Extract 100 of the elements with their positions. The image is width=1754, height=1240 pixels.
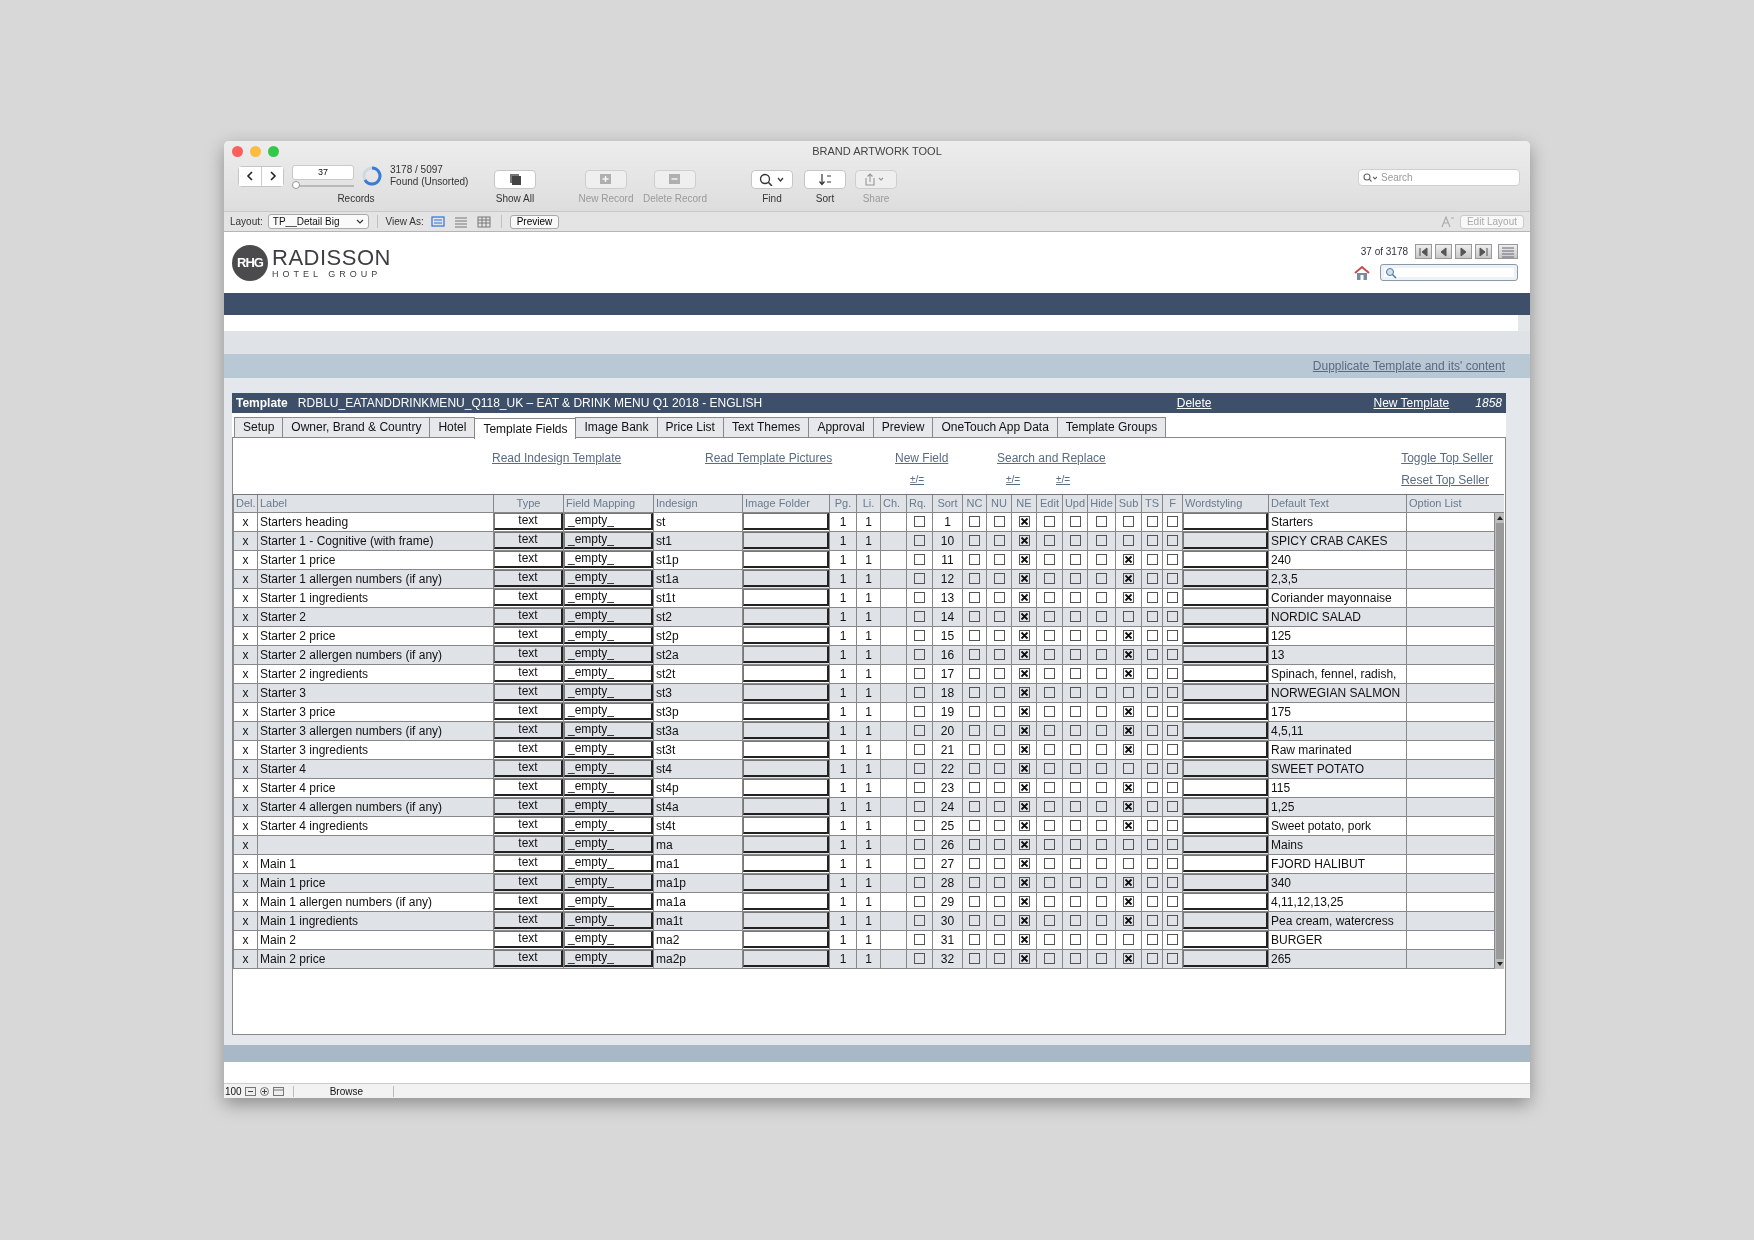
- toggle-link[interactable]: ±/=: [1006, 474, 1021, 486]
- mapping-field[interactable]: _empty_: [564, 893, 653, 911]
- checkbox[interactable]: [1069, 934, 1081, 946]
- delete-mark[interactable]: x: [242, 514, 249, 529]
- checkbox[interactable]: [1167, 668, 1178, 680]
- mapping-field[interactable]: _empty_: [564, 817, 653, 835]
- checkbox[interactable]: [1096, 858, 1107, 870]
- checkbox[interactable]: [1096, 934, 1107, 946]
- input-field[interactable]: [1183, 855, 1268, 873]
- tab[interactable]: Owner, Brand & Country: [282, 416, 431, 437]
- input-field[interactable]: [1183, 874, 1268, 892]
- checkbox[interactable]: [1123, 687, 1134, 699]
- checkbox[interactable]: [1018, 858, 1030, 870]
- checkbox[interactable]: [1146, 706, 1158, 718]
- checkbox[interactable]: [1018, 782, 1030, 794]
- input-field[interactable]: [1183, 836, 1268, 854]
- list-button[interactable]: [1498, 244, 1518, 260]
- type-field[interactable]: text: [494, 950, 563, 968]
- delete-mark[interactable]: x: [242, 780, 249, 795]
- checkbox[interactable]: [1167, 744, 1178, 756]
- tab[interactable]: Setup: [234, 416, 284, 437]
- checkbox[interactable]: [1096, 573, 1107, 585]
- mapping-field[interactable]: _empty_: [564, 912, 653, 930]
- checkbox[interactable]: [969, 782, 980, 794]
- checkbox[interactable]: [1167, 630, 1178, 642]
- checkbox[interactable]: [1044, 744, 1055, 756]
- type-field[interactable]: text: [494, 722, 563, 740]
- checkbox[interactable]: [1096, 763, 1107, 775]
- tab[interactable]: Text Themes: [722, 416, 810, 437]
- checkbox[interactable]: [1123, 915, 1134, 927]
- input-field[interactable]: [743, 665, 829, 683]
- checkbox[interactable]: [1123, 668, 1134, 680]
- checkbox[interactable]: [1146, 554, 1158, 566]
- type-field[interactable]: text: [494, 684, 563, 702]
- checkbox[interactable]: [1018, 744, 1030, 756]
- checkbox[interactable]: [1044, 896, 1055, 908]
- mode-label[interactable]: Browse: [292, 1085, 395, 1097]
- checkbox[interactable]: [1069, 915, 1081, 927]
- checkbox[interactable]: [1069, 611, 1081, 623]
- checkbox[interactable]: [1069, 877, 1081, 889]
- checkbox[interactable]: [1096, 630, 1107, 642]
- checkbox[interactable]: [993, 725, 1005, 737]
- checkbox[interactable]: [1123, 820, 1134, 832]
- mapping-field[interactable]: _empty_: [564, 513, 653, 531]
- checkbox[interactable]: [1044, 763, 1055, 775]
- delete-mark[interactable]: x: [242, 837, 249, 852]
- checkbox[interactable]: [1069, 516, 1081, 528]
- input-field[interactable]: [743, 684, 829, 702]
- checkbox[interactable]: [1044, 915, 1055, 927]
- checkbox[interactable]: [914, 706, 925, 718]
- delete-mark[interactable]: x: [242, 609, 249, 624]
- checkbox[interactable]: [969, 611, 980, 623]
- checkbox[interactable]: [1146, 668, 1158, 680]
- tab[interactable]: Image Bank: [575, 416, 658, 437]
- mapping-field[interactable]: _empty_: [564, 684, 653, 702]
- checkbox[interactable]: [1069, 953, 1081, 965]
- delete-mark[interactable]: x: [242, 685, 249, 700]
- checkbox[interactable]: [1123, 630, 1134, 642]
- tab[interactable]: Approval: [808, 416, 874, 437]
- checkbox[interactable]: [1018, 516, 1030, 528]
- checkbox[interactable]: [969, 573, 980, 585]
- checkbox[interactable]: [1044, 877, 1055, 889]
- checkbox[interactable]: [914, 668, 925, 680]
- checkbox[interactable]: [1096, 668, 1107, 680]
- mapping-field[interactable]: _empty_: [564, 646, 653, 664]
- checkbox[interactable]: [969, 535, 980, 547]
- checkbox[interactable]: [1044, 820, 1055, 832]
- checkbox[interactable]: [1146, 535, 1158, 547]
- checkbox[interactable]: [969, 858, 980, 870]
- type-field[interactable]: text: [494, 703, 563, 721]
- checkbox[interactable]: [914, 744, 925, 756]
- checkbox[interactable]: [1123, 554, 1134, 566]
- tab[interactable]: Price List: [656, 416, 724, 437]
- checkbox[interactable]: [1044, 592, 1055, 604]
- checkbox[interactable]: [1146, 915, 1158, 927]
- checkbox[interactable]: [1146, 763, 1158, 775]
- toggle-link[interactable]: ±/=: [1056, 474, 1071, 486]
- checkbox[interactable]: [1146, 839, 1158, 851]
- checkbox[interactable]: [1096, 782, 1107, 794]
- mapping-field[interactable]: _empty_: [564, 950, 653, 968]
- mapping-field[interactable]: _empty_: [564, 608, 653, 626]
- checkbox[interactable]: [914, 630, 925, 642]
- checkbox[interactable]: [1123, 953, 1134, 965]
- type-field[interactable]: text: [494, 931, 563, 949]
- checkbox[interactable]: [1167, 820, 1178, 832]
- checkbox[interactable]: [1123, 611, 1134, 623]
- checkbox[interactable]: [969, 953, 980, 965]
- input-field[interactable]: [1183, 798, 1268, 816]
- checkbox[interactable]: [1018, 592, 1030, 604]
- checkbox[interactable]: [1167, 516, 1178, 528]
- checkbox[interactable]: [1167, 839, 1178, 851]
- type-field[interactable]: text: [494, 817, 563, 835]
- home-icon[interactable]: [1353, 264, 1371, 281]
- close-icon[interactable]: [232, 145, 243, 157]
- checkbox[interactable]: [993, 611, 1005, 623]
- checkbox[interactable]: [969, 516, 980, 528]
- checkbox[interactable]: [1044, 858, 1055, 870]
- input-field[interactable]: [1183, 912, 1268, 930]
- input-field[interactable]: [1183, 532, 1268, 550]
- checkbox[interactable]: [1044, 630, 1055, 642]
